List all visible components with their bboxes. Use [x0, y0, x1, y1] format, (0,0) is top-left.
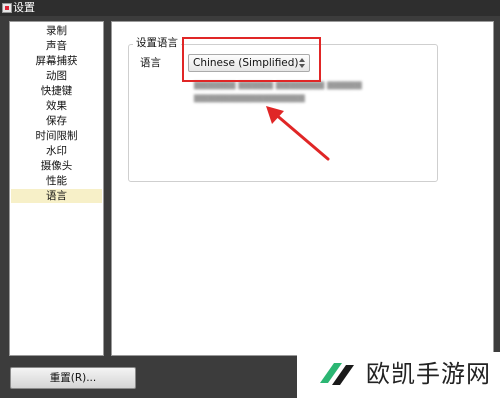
highlight-box: [182, 37, 321, 82]
sidebar-item-screen-capture[interactable]: 屏幕捕获: [11, 54, 102, 68]
window-title: 设置: [13, 1, 35, 14]
sidebar-item-camera[interactable]: 摄像头: [11, 159, 102, 173]
sidebar-item-effects[interactable]: 效果: [11, 99, 102, 113]
sidebar-item-hotkeys[interactable]: 快捷键: [11, 84, 102, 98]
red-arrow-icon: [266, 106, 330, 161]
sidebar-item-audio[interactable]: 声音: [11, 39, 102, 53]
reset-button[interactable]: 重置(R)...: [10, 367, 136, 389]
sidebar-item-record[interactable]: 录制: [11, 24, 102, 38]
sidebar-item-language[interactable]: 语言: [11, 189, 102, 203]
app-icon: [2, 3, 12, 13]
blurred-text: ▆▆▆▆▆▆▆▆▆▆▆▆▆▆▆▆: [194, 93, 305, 103]
title-bar: 设置: [0, 0, 500, 16]
language-label: 语言: [140, 57, 161, 69]
sidebar-item-gif[interactable]: 动图: [11, 69, 102, 83]
sidebar-item-time-limit[interactable]: 时间限制: [11, 129, 102, 143]
language-group-title: 设置语言: [133, 36, 181, 50]
watermark-logo-icon: [320, 363, 354, 385]
sidebar-item-performance[interactable]: 性能: [11, 174, 102, 188]
sidebar-item-save[interactable]: 保存: [11, 114, 102, 128]
sidebar-item-watermark[interactable]: 水印: [11, 144, 102, 158]
watermark-text: 欧凯手游网: [366, 360, 491, 388]
settings-window: 设置 录制 声音 屏幕捕获 动图 快捷键 效果 保存 时间限制 水印 摄像头 性…: [0, 0, 500, 398]
settings-sidebar: 录制 声音 屏幕捕获 动图 快捷键 效果 保存 时间限制 水印 摄像头 性能 语…: [9, 21, 104, 356]
